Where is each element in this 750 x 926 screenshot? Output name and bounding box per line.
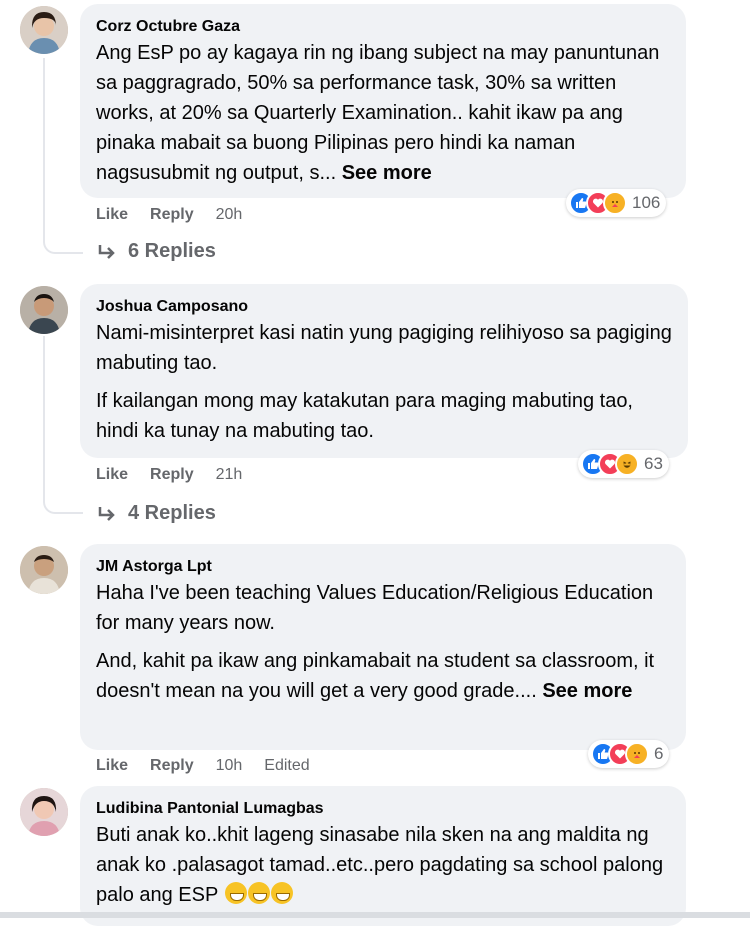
care-icon (625, 742, 649, 766)
thread-line (43, 58, 45, 234)
comment-bubble: JM Astorga Lpt Haha I've been teaching V… (80, 544, 686, 750)
grin-emoji-icon (224, 882, 247, 904)
haha-icon (615, 452, 639, 476)
comment-actions: Like Reply 21h (96, 464, 264, 486)
like-button[interactable]: Like (96, 757, 128, 775)
comment-actions: Like Reply 10h Edited (96, 755, 332, 777)
reply-arrow-icon (98, 506, 115, 521)
view-replies-button[interactable]: 4 Replies (96, 502, 216, 525)
grin-emoji-icon (247, 882, 270, 904)
comment-paragraph: Buti anak ko..khit lageng sinasabe nila … (96, 824, 664, 906)
avatar[interactable] (20, 788, 68, 836)
like-button[interactable]: Like (96, 206, 128, 224)
comment-actions: Like Reply 20h (96, 204, 264, 226)
care-icon (603, 191, 627, 215)
comment-text: Ang EsP po ay kagaya rin ng ibang subjec… (96, 38, 670, 188)
timestamp[interactable]: 21h (216, 466, 243, 484)
comment-paragraph: Haha I've been teaching Values Education… (96, 582, 654, 634)
reply-button[interactable]: Reply (150, 757, 194, 775)
comment-paragraph: Nami-misinterpret kasi natin yung pagigi… (96, 322, 672, 374)
reply-arrow-icon (98, 244, 115, 259)
thread-connector (43, 488, 83, 514)
thread-line (43, 336, 45, 494)
reaction-summary[interactable]: 63 (578, 450, 669, 478)
see-more-link[interactable]: See more (542, 680, 632, 702)
comment-bubble: Corz Octubre Gaza Ang EsP po ay kagaya r… (80, 4, 686, 198)
comment-author[interactable]: JM Astorga Lpt (96, 556, 670, 578)
comment-author[interactable]: Ludibina Pantonial Lumagbas (96, 798, 670, 820)
reply-button[interactable]: Reply (150, 206, 194, 224)
replies-count-label[interactable]: 6 Replies (128, 240, 216, 263)
grin-emoji-icon (270, 882, 293, 904)
reaction-count: 106 (632, 193, 661, 212)
reaction-summary[interactable]: 6 (588, 740, 670, 768)
comment-text: And, kahit pa ikaw ang pinkamabait na st… (96, 646, 670, 706)
edited-label[interactable]: Edited (264, 757, 309, 775)
reaction-count: 63 (644, 454, 663, 473)
comment-bubble: Joshua Camposano Nami-misinterpret kasi … (80, 284, 688, 458)
see-more-link[interactable]: See more (342, 162, 432, 184)
like-button[interactable]: Like (96, 466, 128, 484)
comment-author[interactable]: Corz Octubre Gaza (96, 16, 670, 38)
avatar[interactable] (20, 286, 68, 334)
view-replies-button[interactable]: 6 Replies (96, 240, 216, 263)
thread-connector (43, 228, 83, 254)
replies-count-label[interactable]: 4 Replies (128, 502, 216, 525)
comment-text: Buti anak ko..khit lageng sinasabe nila … (96, 820, 670, 910)
timestamp[interactable]: 20h (216, 206, 243, 224)
window-bottom-edge (0, 912, 750, 918)
reaction-summary[interactable]: 106 (566, 189, 667, 217)
reply-button[interactable]: Reply (150, 466, 194, 484)
comment-author[interactable]: Joshua Camposano (96, 296, 672, 318)
comment-bubble: Ludibina Pantonial Lumagbas Buti anak ko… (80, 786, 686, 926)
timestamp[interactable]: 10h (216, 757, 243, 775)
avatar[interactable] (20, 546, 68, 594)
avatar[interactable] (20, 6, 68, 54)
comment-paragraph: If kailangan mong may katakutan para mag… (96, 390, 633, 442)
reaction-count: 6 (654, 744, 664, 763)
